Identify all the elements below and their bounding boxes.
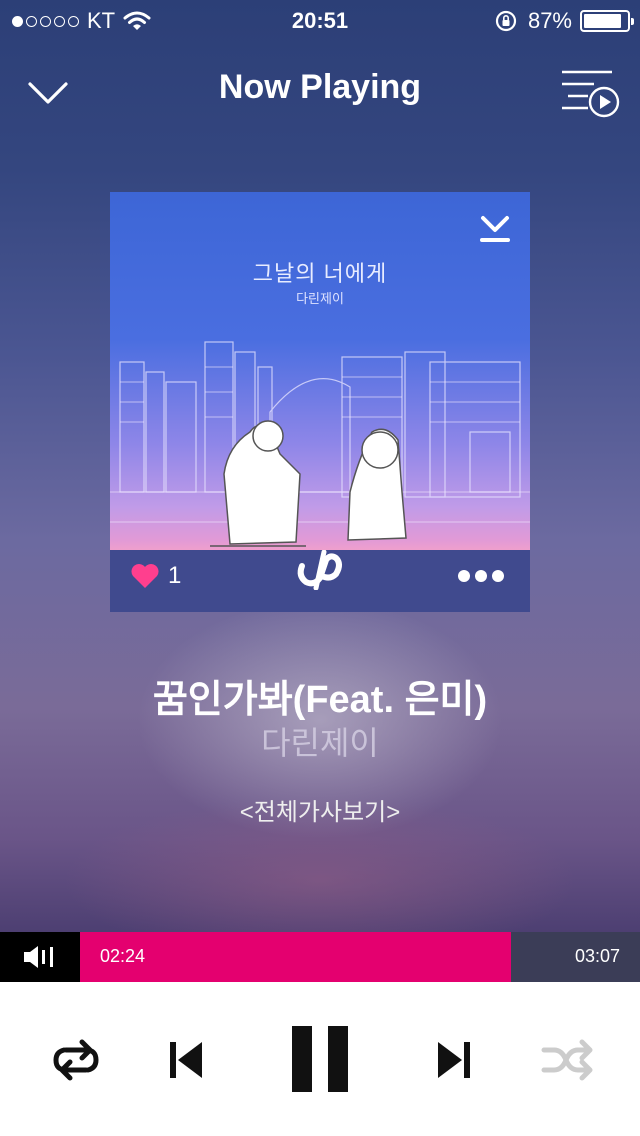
- repeat-icon: [53, 1039, 99, 1081]
- next-button[interactable]: [434, 1038, 474, 1082]
- previous-button[interactable]: [166, 1038, 206, 1082]
- status-right: 87%: [494, 8, 634, 34]
- repeat-button[interactable]: [48, 1038, 104, 1082]
- heart-icon: [131, 564, 159, 588]
- shuffle-icon: [541, 1039, 593, 1081]
- playback-controls: [0, 982, 640, 1136]
- service-logo-icon: [294, 549, 346, 591]
- battery-percent: 87%: [527, 8, 572, 33]
- playlist-play-icon: [562, 70, 620, 118]
- album-title: 그날의 너에게: [252, 261, 388, 286]
- download-button[interactable]: [478, 214, 512, 248]
- rotation-lock-icon: [495, 10, 517, 32]
- volume-button[interactable]: [0, 932, 80, 982]
- progress-bar: 02:24 03:07: [0, 932, 640, 982]
- song-artist[interactable]: 다린제이: [0, 718, 640, 764]
- more-dots-icon: [458, 570, 470, 582]
- song-title: 꿈인가봐(Feat. 은미): [152, 679, 488, 721]
- navigation-bar: Now Playing: [0, 56, 640, 120]
- pause-icon: [292, 1026, 348, 1092]
- like-button[interactable]: 1: [130, 562, 181, 590]
- like-count: 1: [168, 562, 182, 589]
- playlist-button[interactable]: [560, 62, 620, 118]
- skip-previous-icon: [170, 1042, 202, 1078]
- download-icon: [480, 216, 510, 242]
- full-lyrics-link[interactable]: <전체가사보기>: [0, 792, 640, 827]
- progress-track[interactable]: 02:24 03:07: [80, 932, 640, 982]
- album-illustration: [110, 192, 530, 612]
- more-dots-icon: [475, 570, 487, 582]
- battery-level: [584, 14, 621, 28]
- volume-icon: [24, 946, 53, 968]
- battery-icon: [580, 10, 634, 32]
- pause-button[interactable]: [288, 1024, 352, 1094]
- page-title: Now Playing: [218, 68, 422, 106]
- status-bar: KT 20:51 87%: [0, 0, 640, 40]
- more-dots-icon: [492, 570, 504, 582]
- skip-next-icon: [438, 1042, 470, 1078]
- battery-tip: [631, 18, 634, 25]
- album-art: 그날의 너에게 다린제이 1: [110, 192, 530, 612]
- elapsed-time: 02:24: [100, 946, 146, 966]
- album-artist: 다린제이: [296, 291, 344, 306]
- more-button[interactable]: [458, 568, 504, 584]
- total-time: 03:07: [574, 946, 620, 966]
- shuffle-button[interactable]: [540, 1038, 596, 1082]
